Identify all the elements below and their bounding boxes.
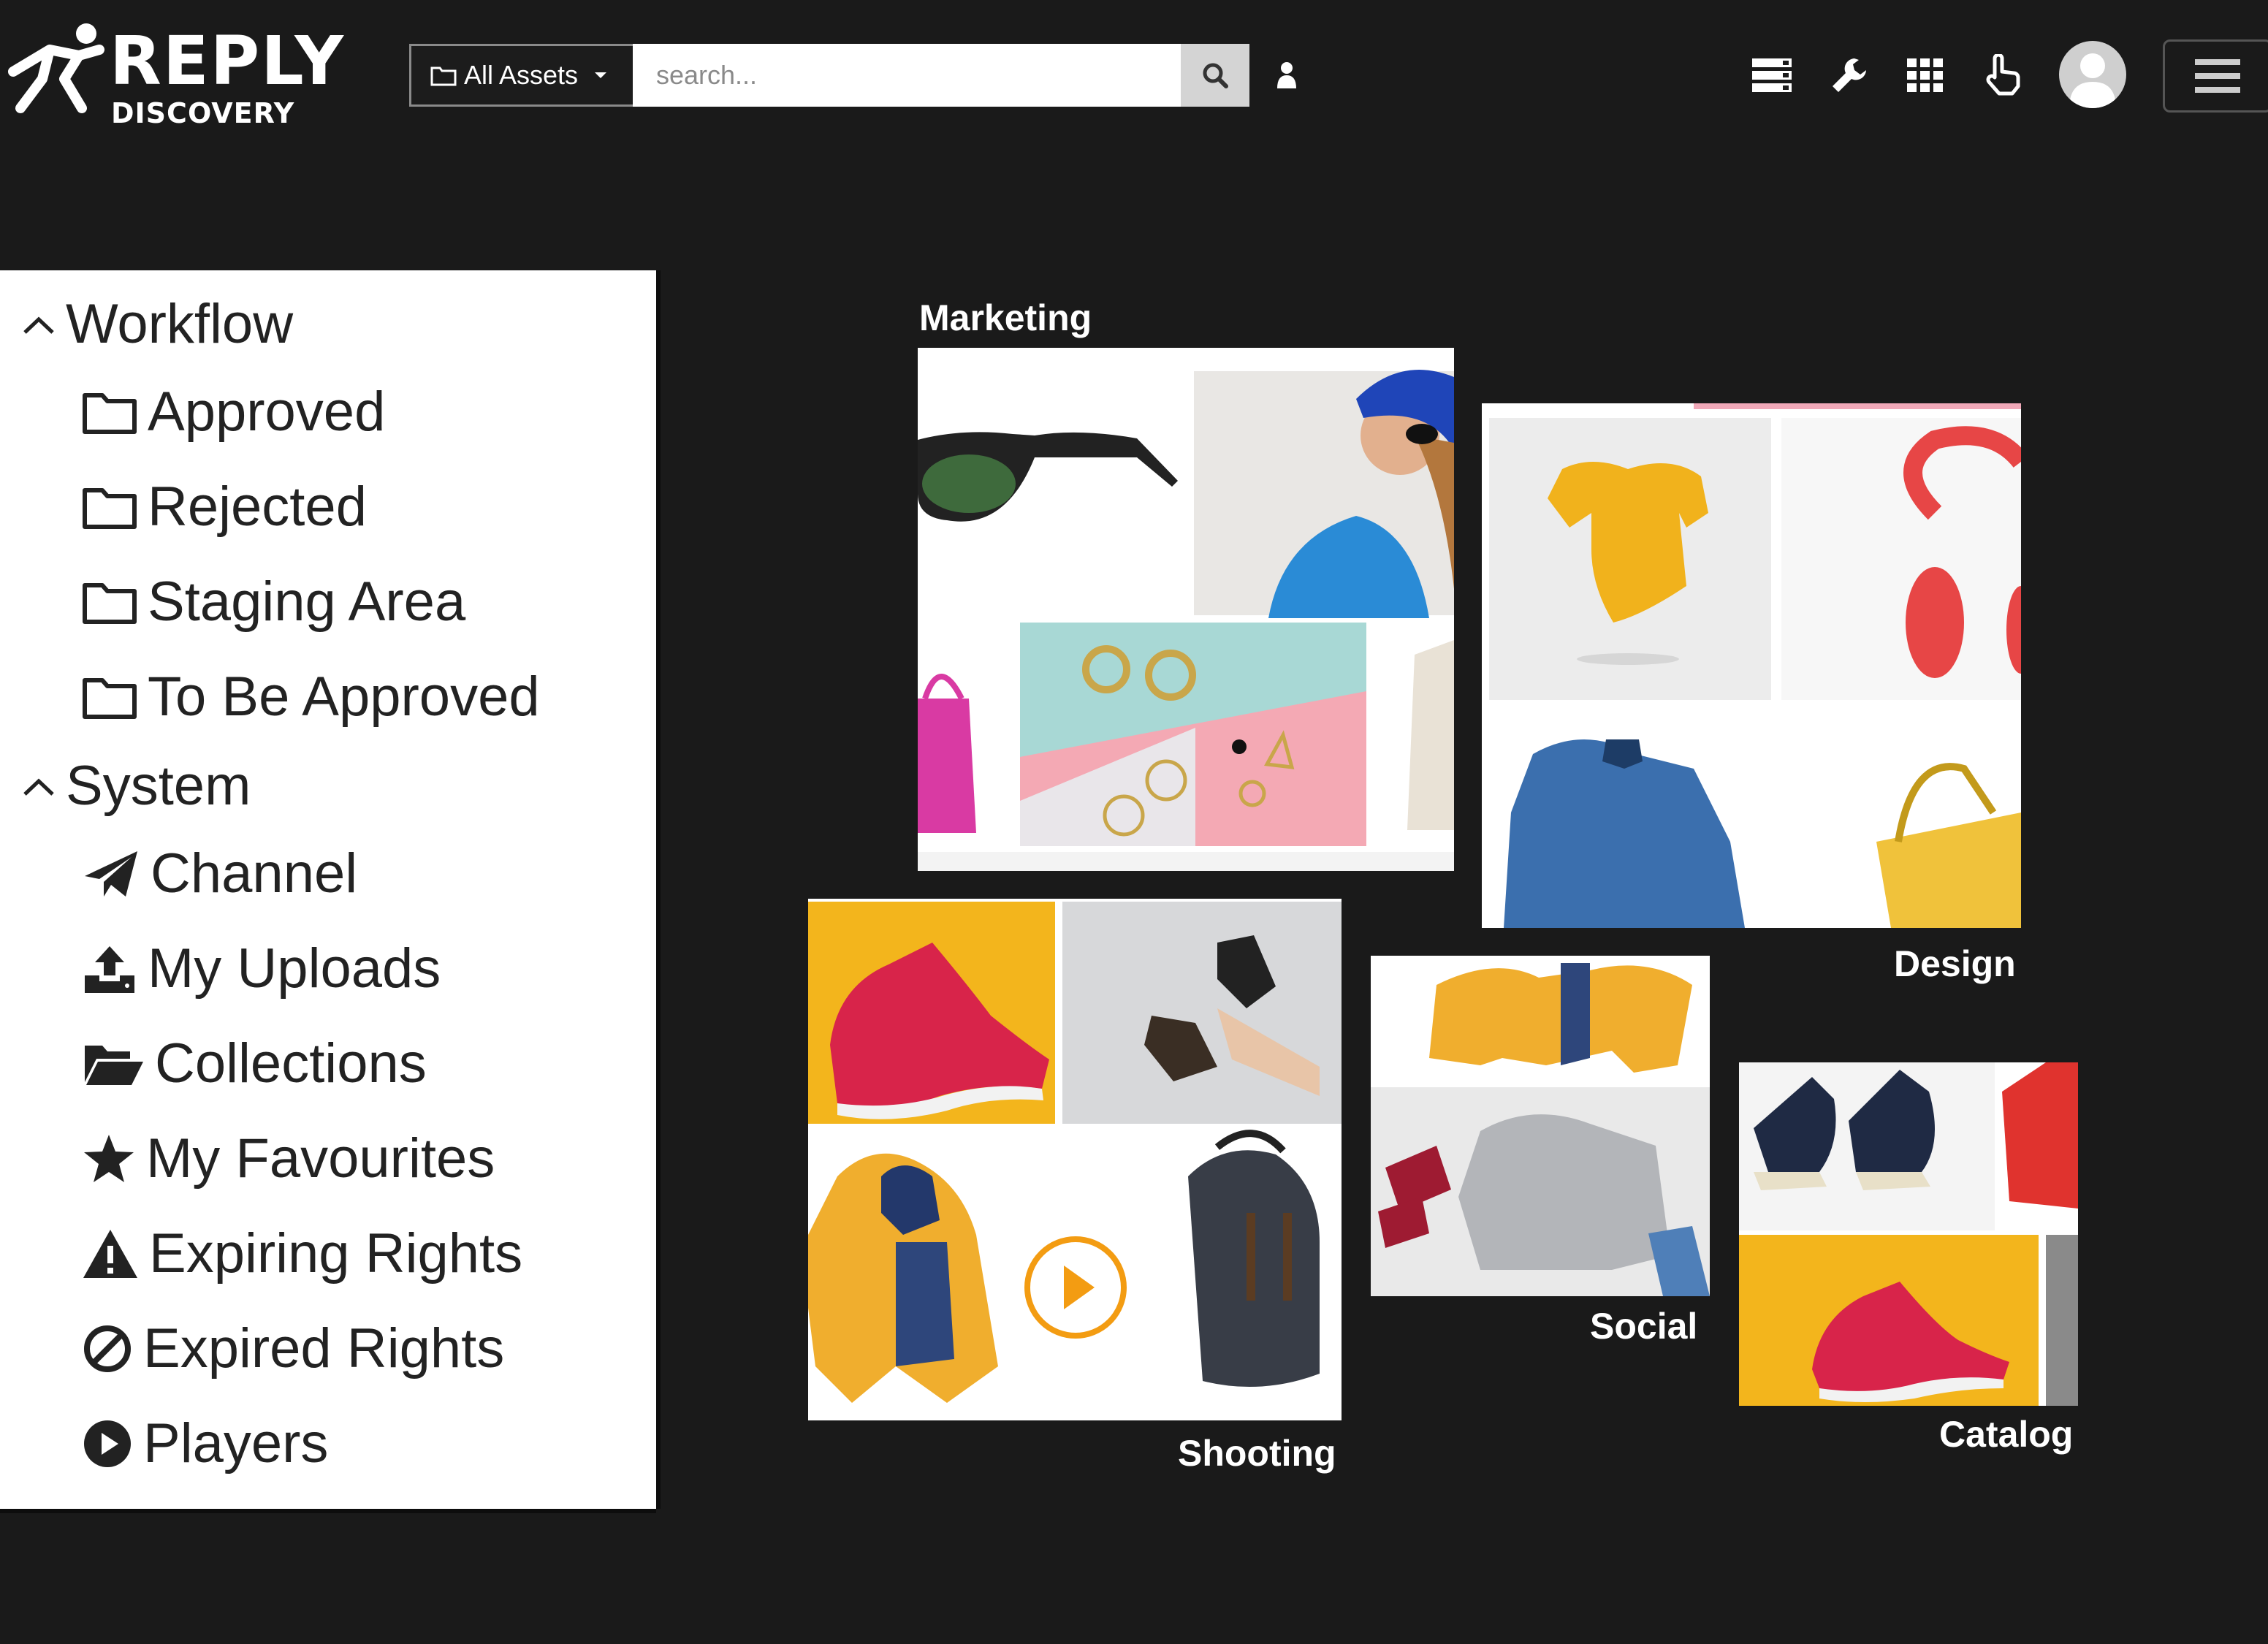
folder-open-icon [82, 1040, 145, 1088]
user-icon[interactable] [1261, 50, 1312, 101]
sidebar-item-label: Expired Rights [143, 1317, 505, 1379]
chevron-up-icon [22, 775, 56, 797]
sidebar-section-system[interactable]: System [22, 754, 251, 818]
folder-icon [82, 484, 137, 530]
collection-label-marketing: Marketing [919, 297, 1092, 338]
collection-tile-design[interactable] [1482, 403, 2021, 928]
sidebar-item-to-be-approved[interactable]: To Be Approved [82, 665, 540, 728]
design-collage-image [1482, 403, 2021, 928]
collection-tile-marketing[interactable] [918, 348, 1454, 871]
sidebar-item-label: Players [143, 1412, 329, 1474]
sidebar-item-approved[interactable]: Approved [82, 380, 385, 444]
section-title: System [66, 755, 251, 817]
collection-label-social: Social [1590, 1306, 1698, 1347]
catalog-collage-image [1739, 1062, 2078, 1406]
menu-button[interactable] [2163, 39, 2268, 113]
sidebar-item-label: Staging Area [148, 571, 466, 633]
chevron-up-icon [22, 313, 56, 335]
shooting-collage-image [808, 899, 1342, 1420]
star-icon [82, 1133, 136, 1184]
list-icon[interactable] [1746, 50, 1797, 101]
grid-icon[interactable] [1900, 50, 1951, 101]
folder-icon [430, 66, 457, 86]
section-title: Workflow [66, 293, 294, 355]
runner-logo-icon [8, 23, 104, 113]
sidebar-item-my-uploads[interactable]: My Uploads [82, 937, 441, 1000]
collection-tile-social[interactable] [1371, 956, 1710, 1296]
social-collage-image [1371, 956, 1710, 1296]
sidebar-item-channel[interactable]: Channel [82, 842, 357, 905]
collection-label-shooting: Shooting [1178, 1433, 1336, 1474]
folder-icon [82, 579, 137, 625]
brand-logo-subtext: DISCOVERY [111, 97, 295, 129]
warning-icon [82, 1228, 139, 1279]
avatar-icon[interactable] [2059, 41, 2126, 108]
folder-icon [82, 389, 137, 435]
caret-down-icon [595, 72, 607, 78]
sidebar-item-label: Channel [151, 842, 358, 905]
sidebar-item-rejected[interactable]: Rejected [82, 475, 367, 539]
sidebar-panel: Workflow Approved Rejected Staging Area … [0, 270, 656, 1509]
paper-plane-icon [82, 848, 140, 899]
sidebar-item-expiring-rights[interactable]: Expiring Rights [82, 1222, 522, 1285]
sidebar-item-label: Collections [155, 1032, 427, 1095]
asset-scope-label: All Assets [464, 60, 579, 90]
asset-scope-dropdown[interactable]: All Assets [409, 44, 633, 107]
upload-icon [82, 943, 137, 994]
search-input[interactable] [633, 44, 1181, 107]
sidebar-item-label: Rejected [148, 476, 367, 538]
search-icon [1203, 63, 1228, 88]
play-circle-icon [82, 1418, 133, 1469]
sidebar-item-my-favourites[interactable]: My Favourites [82, 1127, 495, 1190]
collection-label-catalog: Catalog [1939, 1414, 2074, 1455]
brand-logo-text: REPLY [110, 22, 346, 100]
sidebar-item-label: Approved [148, 381, 386, 443]
ban-icon [82, 1323, 133, 1374]
sidebar-item-staging-area[interactable]: Staging Area [82, 570, 465, 633]
collection-tile-catalog[interactable] [1739, 1062, 2078, 1406]
sidebar-item-label: My Uploads [148, 937, 441, 1000]
wrench-icon[interactable] [1824, 50, 1875, 101]
sidebar-item-collections[interactable]: Collections [82, 1032, 427, 1095]
pointer-icon[interactable] [1977, 50, 2028, 101]
sidebar-item-label: Expiring Rights [149, 1222, 523, 1285]
menu-icon [2195, 59, 2240, 93]
folder-icon [82, 674, 137, 720]
search-button[interactable] [1181, 44, 1249, 107]
sidebar-item-players[interactable]: Players [82, 1412, 328, 1475]
sidebar-section-workflow[interactable]: Workflow [22, 292, 293, 356]
collection-tile-shooting[interactable] [808, 899, 1342, 1420]
sidebar-item-label: My Favourites [146, 1127, 495, 1190]
marketing-collage-image [918, 348, 1454, 871]
sidebar-item-expired-rights[interactable]: Expired Rights [82, 1317, 504, 1380]
collection-label-design: Design [1894, 943, 2016, 984]
sidebar-item-label: To Be Approved [148, 666, 540, 728]
